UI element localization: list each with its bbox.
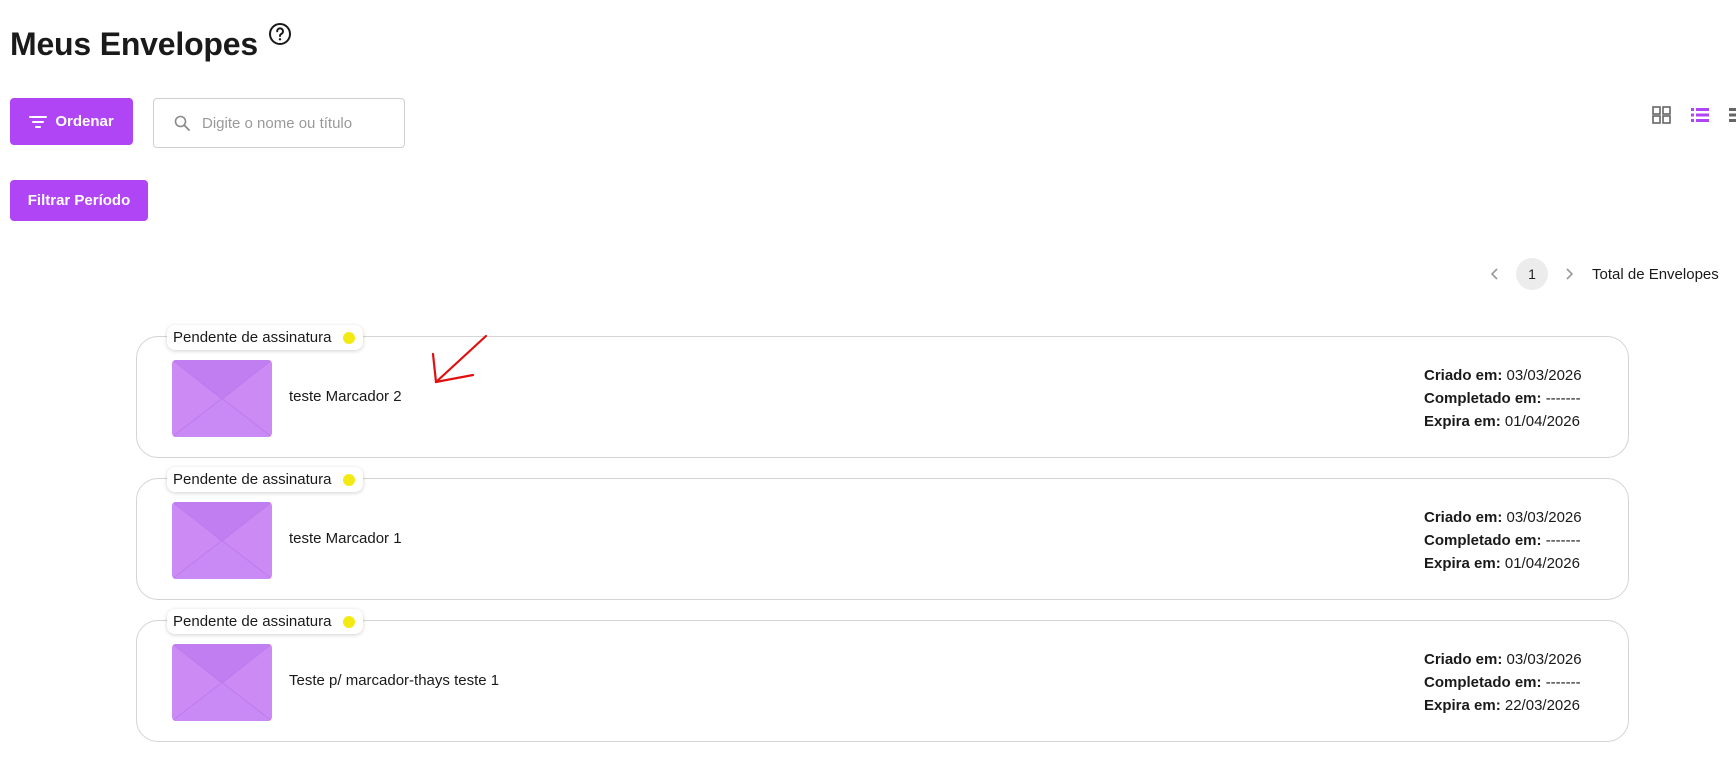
page-title: Meus Envelopes: [10, 26, 258, 62]
envelope-icon: [172, 502, 272, 579]
filter-period-button[interactable]: Filtrar Período: [10, 180, 148, 221]
expires-label: Expira em:: [1424, 413, 1501, 430]
chevron-left-icon[interactable]: [1488, 267, 1502, 281]
envelope-title[interactable]: teste Marcador 1: [289, 530, 402, 547]
status-dot: [343, 616, 356, 628]
envelope-icon: [172, 360, 272, 437]
envelope-list: Pendente de assinatura teste Marcador 2 …: [136, 325, 1629, 762]
status-dot: [343, 474, 356, 486]
search-icon: [174, 115, 190, 131]
expires-date: 01/04/2026: [1504, 555, 1580, 572]
envelope-icon: [172, 644, 272, 721]
expires-label: Expira em:: [1424, 697, 1501, 714]
created-label: Criado em:: [1424, 651, 1503, 668]
created-date: 03/03/2026: [1506, 367, 1582, 384]
status-badge: Pendente de assinatura: [167, 325, 364, 350]
pagination: 1 Total de Envelopes: [1488, 258, 1719, 290]
expires-date: 22/03/2026: [1504, 697, 1580, 714]
expires-date: 01/04/2026: [1504, 413, 1580, 430]
status-dot: [343, 332, 356, 344]
completed-date: -------: [1545, 390, 1581, 407]
completed-label: Completado em:: [1424, 532, 1542, 549]
grid-view-icon[interactable]: [1652, 106, 1672, 124]
total-envelopes-label: Total de Envelopes: [1592, 265, 1719, 283]
chevron-right-icon[interactable]: [1562, 267, 1576, 281]
compact-list-view-icon[interactable]: [1728, 106, 1736, 124]
status-badge: Pendente de assinatura: [167, 467, 364, 492]
page-header: Meus Envelopes: [10, 22, 292, 66]
help-circle-icon[interactable]: [268, 22, 292, 46]
completed-date: -------: [1545, 674, 1581, 691]
filter-lines-icon: [29, 115, 48, 129]
search-input[interactable]: [200, 113, 390, 133]
pagination-page-current[interactable]: 1: [1516, 258, 1548, 290]
created-date: 03/03/2026: [1506, 509, 1582, 526]
completed-label: Completado em:: [1424, 674, 1542, 691]
envelope-title[interactable]: teste Marcador 2: [289, 388, 402, 405]
created-date: 03/03/2026: [1506, 651, 1582, 668]
envelope-dates: Criado em: 03/03/2026 Completado em: ---…: [1424, 506, 1582, 575]
filter-period-label: Filtrar Período: [27, 192, 131, 209]
envelope-card[interactable]: Pendente de assinatura Teste p/ marcador…: [136, 609, 1629, 742]
envelope-title[interactable]: Teste p/ marcador-thays teste 1: [289, 672, 499, 689]
created-label: Criado em:: [1424, 367, 1503, 384]
view-toggle-group: [1652, 106, 1736, 124]
list-view-icon[interactable]: [1690, 106, 1710, 124]
status-label: Pendente de assinatura: [173, 471, 332, 488]
envelope-card[interactable]: Pendente de assinatura teste Marcador 1 …: [136, 467, 1629, 600]
order-button-label: Ordenar: [55, 113, 114, 130]
order-button[interactable]: Ordenar: [10, 98, 133, 145]
completed-label: Completado em:: [1424, 390, 1542, 407]
envelope-card[interactable]: Pendente de assinatura teste Marcador 2 …: [136, 325, 1629, 458]
search-field[interactable]: [153, 98, 405, 148]
status-badge: Pendente de assinatura: [167, 609, 364, 634]
status-label: Pendente de assinatura: [173, 613, 332, 630]
envelope-dates: Criado em: 03/03/2026 Completado em: ---…: [1424, 648, 1582, 717]
completed-date: -------: [1545, 532, 1581, 549]
envelope-dates: Criado em: 03/03/2026 Completado em: ---…: [1424, 364, 1582, 433]
expires-label: Expira em:: [1424, 555, 1501, 572]
created-label: Criado em:: [1424, 509, 1503, 526]
status-label: Pendente de assinatura: [173, 329, 332, 346]
